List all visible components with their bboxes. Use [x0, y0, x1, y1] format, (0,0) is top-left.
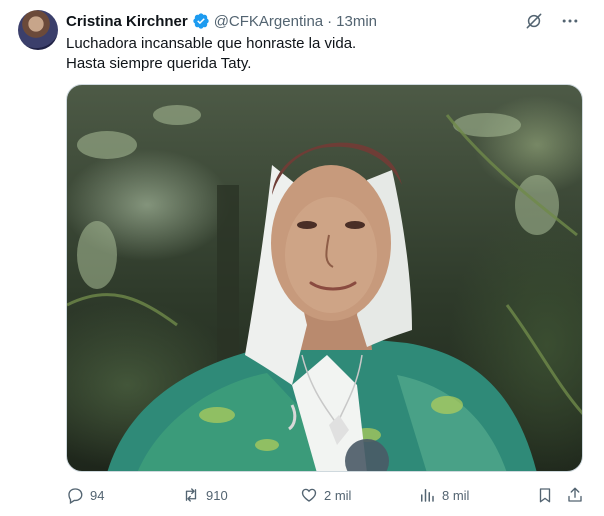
bookmark-button[interactable] — [536, 486, 554, 504]
bookmark-icon — [539, 488, 551, 503]
display-name[interactable]: Cristina Kirchner — [66, 13, 188, 30]
reply-count: 94 — [90, 487, 105, 503]
separator-dot: · — [327, 12, 333, 30]
more-options-icon[interactable] — [560, 11, 580, 31]
tweet-actions: 94 910 2 mil 8 mil — [66, 484, 586, 506]
views-count: 8 mil — [442, 487, 470, 503]
reply-icon — [68, 488, 83, 504]
share-icon — [568, 487, 582, 502]
repost-icon — [185, 488, 197, 502]
heart-icon — [301, 488, 317, 502]
verified-badge-icon — [193, 13, 209, 29]
grok-icon[interactable] — [524, 11, 544, 31]
repost-count: 910 — [206, 487, 228, 503]
like-button[interactable]: 2 mil — [300, 486, 351, 504]
author-handle[interactable]: @CFKArgentina — [214, 13, 323, 30]
reply-button[interactable]: 94 — [66, 486, 104, 504]
views-icon — [421, 489, 434, 502]
tweet-header: Cristina Kirchner @CFKArgentina · 13min — [66, 11, 377, 31]
timestamp[interactable]: 13min — [336, 13, 377, 30]
tweet-photo[interactable] — [66, 84, 583, 472]
avatar[interactable] — [18, 10, 58, 50]
photo-illustration — [67, 105, 582, 471]
header-actions — [524, 11, 580, 31]
tweet-text-line: Hasta siempre querida Taty. — [66, 55, 252, 72]
tweet-text-line: Luchadora incansable que honraste la vid… — [66, 35, 357, 52]
repost-button[interactable]: 910 — [182, 486, 228, 504]
share-button[interactable] — [566, 486, 584, 504]
tweet: Cristina Kirchner @CFKArgentina · 13min … — [0, 0, 604, 516]
tweet-text: Luchadora incansable que honraste la vid… — [66, 34, 576, 74]
views-button[interactable]: 8 mil — [418, 486, 469, 504]
like-count: 2 mil — [324, 487, 352, 503]
